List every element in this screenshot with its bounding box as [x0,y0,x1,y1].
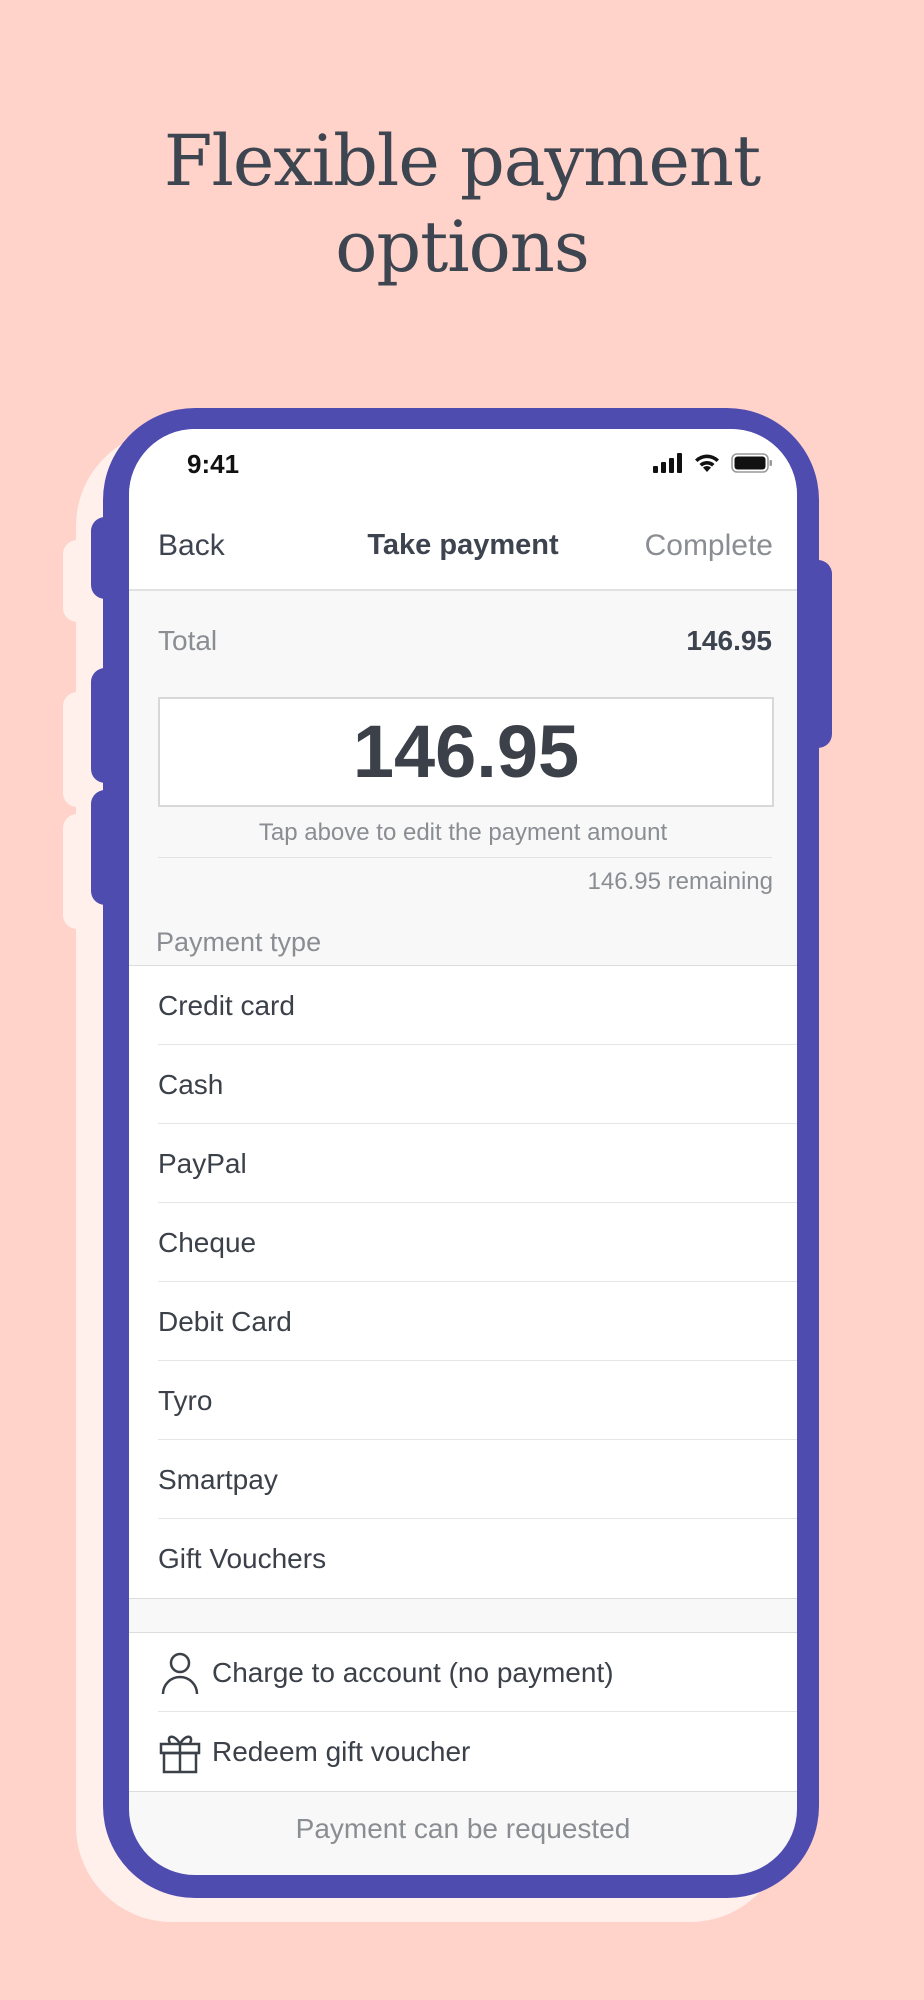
status-time: 9:41 [187,449,240,479]
remaining-amount: 146.95 remaining [587,868,773,895]
status-icons [653,453,773,478]
payment-type-heading: Payment type [156,927,322,957]
divider [158,857,772,858]
phone-screen: 9:41 Back Take payment Complete Total 14… [129,429,797,1875]
total-label: Total [158,625,218,656]
payment-type-debit-card[interactable]: Debit Card [129,1281,797,1361]
payment-type-tyro[interactable]: Tyro [129,1360,797,1440]
payment-type-cash[interactable]: Cash [129,1044,797,1124]
complete-button[interactable]: Complete [645,529,773,563]
payment-type-list: Credit card Cash PayPal Cheque Debit Car… [129,965,797,1599]
payment-amount-field[interactable]: 146.95 [158,697,774,807]
wifi-icon [693,453,721,478]
charge-to-account-label: Charge to account (no payment) [212,1656,614,1688]
payment-actions: Charge to account (no payment) Redeem gi… [129,1632,797,1792]
gift-icon [158,1730,202,1774]
person-icon [158,1651,202,1695]
total-row: Total 146.95 [158,625,772,665]
payment-type-smartpay[interactable]: Smartpay [129,1439,797,1519]
payment-type-paypal[interactable]: PayPal [129,1123,797,1203]
payment-type-cheque[interactable]: Cheque [129,1202,797,1282]
total-value: 146.95 [686,625,772,656]
charge-to-account-button[interactable]: Charge to account (no payment) [129,1633,797,1712]
cellular-signal-icon [653,453,683,478]
redeem-gift-voucher-button[interactable]: Redeem gift voucher [129,1711,797,1791]
amount-hint: Tap above to edit the payment amount [258,819,668,846]
headline-line-1: Flexible payment [163,120,761,202]
battery-icon [731,453,773,478]
status-bar: 9:41 [129,429,797,509]
payment-type-gift-vouchers[interactable]: Gift Vouchers [129,1518,797,1598]
headline: Flexible payment options [0,118,924,290]
payment-type-credit-card[interactable]: Credit card [129,966,797,1045]
redeem-gift-voucher-label: Redeem gift voucher [212,1735,471,1767]
headline-line-2: options [335,206,590,288]
footer-note: Payment can be requested [295,1813,631,1844]
nav-bar: Back Take payment Complete [129,509,797,591]
